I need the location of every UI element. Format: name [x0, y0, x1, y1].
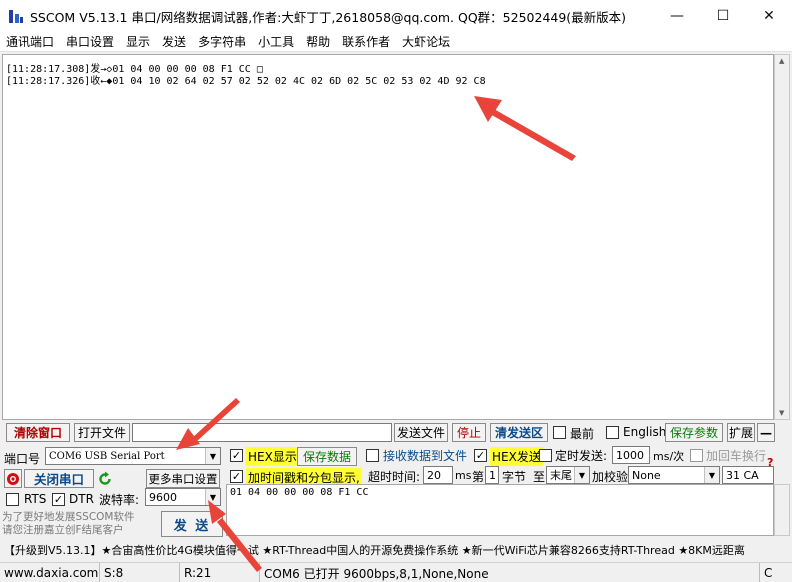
menu-display[interactable]: 显示 — [120, 33, 156, 50]
record-icon — [7, 472, 19, 485]
byte-prefix-label: 第 — [472, 470, 485, 484]
status-sent-count: S:8 — [100, 563, 180, 582]
refresh-port-button[interactable] — [96, 469, 114, 488]
topmost-label: 最前 — [570, 427, 595, 441]
minimize-button[interactable]: — — [654, 0, 700, 32]
port-select-value: COM6 USB Serial Port — [49, 450, 165, 462]
refresh-icon — [99, 471, 111, 485]
checksum-dropdown-icon[interactable]: ▼ — [704, 467, 719, 483]
save-params-button[interactable]: 保存参数 — [665, 423, 723, 442]
hex-display-label: HEX显示 — [246, 447, 299, 466]
more-serial-settings-button[interactable]: 更多串口设置 — [146, 469, 220, 488]
hex-display-checkbox[interactable]: ✓ — [230, 449, 243, 462]
checksum-select[interactable]: None ▼ — [628, 466, 720, 484]
close-port-button[interactable]: 关闭串口 — [24, 469, 94, 488]
status-bar: www.daxia.com S:8 R:21 COM6 已打开 9600bps,… — [0, 562, 792, 582]
recv-to-file-checkbox[interactable] — [366, 449, 379, 462]
byte-start-input[interactable]: 1 — [485, 466, 499, 484]
baud-label: 波特率: — [99, 493, 140, 507]
port-dropdown-icon[interactable]: ▼ — [205, 448, 220, 464]
status-recv-count: R:21 — [180, 563, 260, 582]
send-text: 01 04 00 00 00 08 F1 CC — [230, 487, 369, 498]
byte-end-value: 末尾 — [550, 469, 572, 482]
recv-to-file-label: 接收数据到文件 — [383, 449, 468, 463]
baud-select-value: 9600 — [149, 490, 177, 504]
menu-forum[interactable]: 大虾论坛 — [396, 33, 456, 50]
status-site[interactable]: www.daxia.com — [0, 563, 100, 582]
clear-window-button[interactable]: 清除窗口 — [6, 423, 70, 442]
menu-bar: 通讯端口 串口设置 显示 发送 多字符串 小工具 帮助 联系作者 大虾论坛 — [0, 32, 792, 52]
checksum-label: 加校验 — [592, 470, 629, 484]
port-select[interactable]: COM6 USB Serial Port ▼ — [45, 447, 221, 465]
help-icon[interactable]: ? — [767, 456, 773, 469]
menu-send[interactable]: 发送 — [156, 33, 192, 50]
maximize-button[interactable]: ☐ — [700, 0, 746, 32]
app-logo-icon — [8, 8, 24, 24]
checksum-value: None — [632, 468, 661, 482]
receive-text-area[interactable]: [11:28:17.308]发→◇01 04 00 00 00 08 F1 CC… — [2, 54, 774, 420]
collapse-button[interactable]: — — [757, 423, 775, 442]
topmost-checkbox[interactable] — [553, 426, 566, 439]
file-path-input[interactable] — [132, 423, 392, 442]
interval-unit-label: ms/次 — [653, 450, 685, 463]
menu-contact-author[interactable]: 联系作者 — [336, 33, 396, 50]
stop-button[interactable]: 停止 — [452, 423, 486, 442]
ticker-text: 【升级到V5.13.1】★合宙高性价比4G模块值得一试 ★RT-Thread中国… — [4, 544, 745, 557]
scroll-down-icon[interactable]: ▼ — [779, 409, 784, 417]
open-file-button[interactable]: 打开文件 — [74, 423, 130, 442]
hex-send-label: HEX发送 — [490, 447, 543, 466]
timed-send-label: 定时发送: — [555, 449, 608, 463]
timeout-input[interactable]: 20 — [423, 466, 453, 484]
send-file-button[interactable]: 发送文件 — [394, 423, 448, 442]
menu-comm-port[interactable]: 通讯端口 — [0, 33, 60, 50]
rts-checkbox[interactable] — [6, 493, 19, 506]
rts-label: RTS — [24, 492, 47, 506]
byte-end-dropdown-icon[interactable]: ▼ — [574, 467, 589, 483]
receive-line-sent: [11:28:17.308]发→◇01 04 00 00 00 08 F1 CC… — [6, 64, 263, 75]
add-crlf-label: 加回车换行 — [706, 449, 767, 463]
add-crlf-checkbox[interactable] — [690, 449, 703, 462]
main-toolbar: 清除窗口 打开文件 发送文件 停止 清发送区 最前 English 保存参数 扩… — [0, 422, 792, 444]
receive-line-received: [11:28:17.326]收←◆01 04 10 02 64 02 57 02… — [6, 76, 486, 87]
status-tail: C — [764, 566, 773, 580]
scroll-up-icon[interactable]: ▲ — [779, 57, 784, 65]
baud-select[interactable]: 9600 ▼ — [145, 488, 221, 506]
menu-serial-settings[interactable]: 串口设置 — [60, 33, 120, 50]
expand-button[interactable]: 扩展 — [727, 423, 755, 442]
hex-send-checkbox[interactable]: ✓ — [474, 449, 487, 462]
port-status-button[interactable] — [4, 469, 22, 488]
dtr-checkbox[interactable]: ✓ — [52, 493, 65, 506]
byte-suffix-label: 字节 — [502, 470, 527, 484]
timed-send-checkbox[interactable] — [539, 449, 552, 462]
send-scrollbar[interactable] — [774, 484, 790, 536]
window-title: SSCOM V5.13.1 串口/网络数据调试器,作者:大虾丁丁,2618058… — [30, 9, 627, 25]
interval-input[interactable]: 1000 — [612, 446, 650, 464]
title-bar: SSCOM V5.13.1 串口/网络数据调试器,作者:大虾丁丁,2618058… — [0, 0, 792, 32]
menu-tools[interactable]: 小工具 — [252, 33, 300, 50]
close-button[interactable]: ✕ — [746, 0, 792, 32]
english-checkbox[interactable] — [606, 426, 619, 439]
status-port: COM6 已打开 9600bps,8,1,None,None — [260, 563, 760, 582]
baud-dropdown-icon[interactable]: ▼ — [205, 489, 220, 505]
port-label: 端口号 — [4, 452, 41, 466]
timeout-label: 超时时间: — [368, 470, 421, 484]
save-data-button[interactable]: 保存数据 — [297, 447, 357, 466]
clear-send-button[interactable]: 清发送区 — [490, 423, 548, 442]
timestamp-checkbox[interactable]: ✓ — [230, 470, 243, 483]
dtr-label: DTR — [69, 492, 94, 506]
to-label: 至 — [533, 470, 546, 484]
news-ticker[interactable]: 【升级到V5.13.1】★合宙高性价比4G模块值得一试 ★RT-Thread中国… — [0, 540, 792, 560]
byte-end-select[interactable]: 末尾 ▼ — [546, 466, 590, 484]
english-label: English — [623, 425, 667, 439]
menu-multi-string[interactable]: 多字符串 — [192, 33, 252, 50]
receive-scrollbar[interactable]: ▲ ▼ — [774, 54, 790, 420]
timeout-unit-label: ms — [455, 469, 472, 482]
send-text-area[interactable]: 01 04 00 00 00 08 F1 CC — [226, 484, 774, 536]
send-button[interactable]: 发 送 — [161, 511, 223, 537]
promo-text: 为了更好地发展SSCOM软件 请您注册嘉立创F结尾客户 — [2, 511, 135, 536]
menu-help[interactable]: 帮助 — [300, 33, 336, 50]
